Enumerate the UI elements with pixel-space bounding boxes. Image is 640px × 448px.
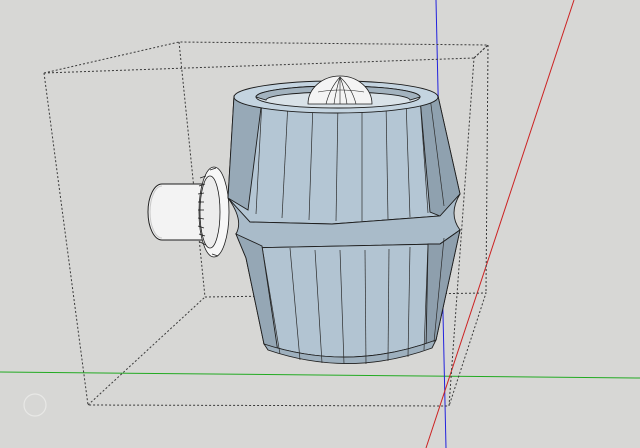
3d-viewport[interactable] [0,0,640,448]
shaft-cylinder [147,183,207,241]
collar-ring [197,166,230,258]
upper-body [227,95,461,225]
scene-canvas[interactable] [0,0,640,448]
green-axis [0,371,640,379]
lower-body [235,228,461,365]
axis-origin-marker [23,393,47,417]
dome [307,75,373,105]
